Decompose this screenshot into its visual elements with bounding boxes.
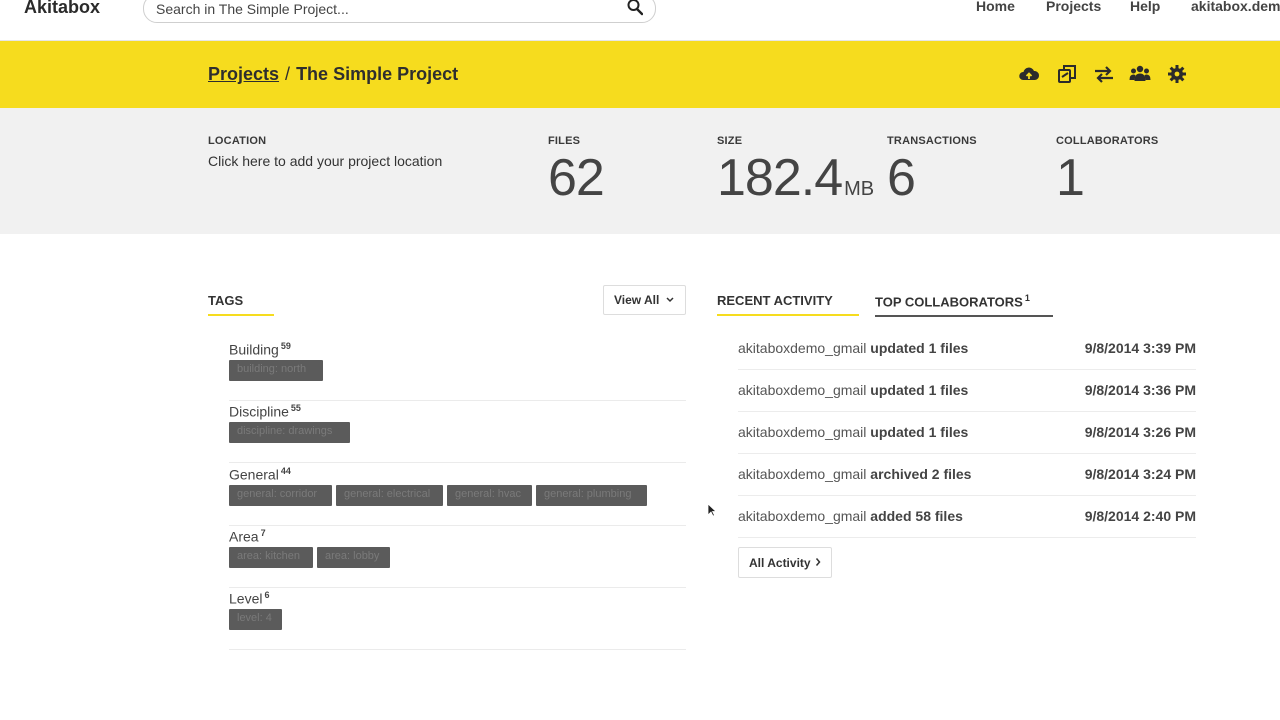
activity-row[interactable]: akitaboxdemo_gmail updated 1 files 9/8/2… bbox=[738, 412, 1196, 454]
size-value: 182.4 bbox=[717, 149, 843, 207]
breadcrumb: Projects / The Simple Project bbox=[208, 64, 458, 85]
activity-action: added 58 files bbox=[870, 508, 963, 524]
collaborators-label: COLLABORATORS bbox=[1056, 135, 1159, 147]
view-all-label: View All bbox=[614, 293, 660, 307]
breadcrumb-separator: / bbox=[285, 64, 291, 84]
nav-help[interactable]: Help bbox=[1130, 0, 1160, 14]
tag-group-area: Area 7 area: kitchen area: lobby bbox=[229, 526, 686, 588]
cloud-upload-icon[interactable] bbox=[1018, 63, 1040, 85]
breadcrumb-projects-link[interactable]: Projects bbox=[208, 64, 279, 84]
tag-chip[interactable]: level: 4 bbox=[229, 609, 282, 630]
view-all-dropdown[interactable]: View All bbox=[603, 285, 686, 315]
tag-chips: area: kitchen area: lobby bbox=[229, 547, 391, 568]
chevron-right-icon bbox=[815, 558, 821, 566]
tag-count: 55 bbox=[290, 403, 301, 413]
tag-chip[interactable]: area: lobby bbox=[317, 547, 390, 568]
tag-chip[interactable]: area: kitchen bbox=[229, 547, 313, 568]
nav-home[interactable]: Home bbox=[976, 0, 1015, 14]
activity-user: akitaboxdemo_gmail bbox=[738, 508, 867, 524]
brand-logo[interactable]: Akitabox bbox=[24, 0, 100, 18]
files-label: FILES bbox=[548, 135, 581, 147]
project-stats-panel: LOCATION Click here to add your project … bbox=[0, 108, 1280, 234]
transactions-count: 6 bbox=[887, 149, 916, 207]
tab-recent-activity[interactable]: RECENT ACTIVITY bbox=[717, 293, 859, 316]
activity-user: akitaboxdemo_gmail bbox=[738, 424, 867, 440]
tag-chip[interactable]: general: electrical bbox=[336, 485, 443, 506]
activity-row[interactable]: akitaboxdemo_gmail updated 1 files 9/8/2… bbox=[738, 370, 1196, 412]
transactions-label: TRANSACTIONS bbox=[887, 135, 977, 147]
tags-title: TAGS bbox=[208, 293, 274, 316]
activity-user: akitaboxdemo_gmail bbox=[738, 340, 867, 356]
activity-time: 9/8/2014 3:39 PM bbox=[1084, 340, 1196, 356]
tag-chips: building: north bbox=[229, 360, 324, 381]
collaborators-tab-count: 1 bbox=[1024, 293, 1030, 303]
tag-chip[interactable]: discipline: drawings bbox=[229, 422, 350, 443]
tag-chips: level: 4 bbox=[229, 609, 283, 630]
tag-chip[interactable]: general: hvac bbox=[447, 485, 532, 506]
activity-time: 9/8/2014 3:24 PM bbox=[1084, 466, 1196, 482]
tag-group-level: Level 6 level: 4 bbox=[229, 588, 686, 650]
top-navbar: Akitabox Home Projects Help akitabox.dem… bbox=[0, 0, 1280, 41]
nav-user-account[interactable]: akitabox.demo bbox=[1191, 0, 1280, 14]
activity-time: 9/8/2014 2:40 PM bbox=[1084, 508, 1196, 524]
tag-group-general: General 44 general: corridor general: elec… bbox=[229, 464, 686, 526]
search-input[interactable] bbox=[156, 0, 606, 19]
size-label: SIZE bbox=[717, 135, 743, 147]
activity-action: updated 1 files bbox=[870, 424, 969, 440]
activity-time: 9/8/2014 3:26 PM bbox=[1084, 424, 1196, 440]
activity-time: 9/8/2014 3:36 PM bbox=[1084, 382, 1196, 398]
tag-count: 44 bbox=[280, 466, 291, 476]
location-link[interactable]: Click here to add your project location bbox=[208, 153, 442, 169]
location-label: LOCATION bbox=[208, 135, 267, 147]
tag-chip[interactable]: building: north bbox=[229, 360, 323, 381]
transfer-icon[interactable] bbox=[1093, 63, 1115, 85]
tag-chips: discipline: drawings bbox=[229, 422, 351, 443]
tag-group-discipline: Discipline 55 discipline: drawings bbox=[229, 401, 686, 463]
nav-projects[interactable]: Projects bbox=[1046, 0, 1101, 14]
chevron-down-icon bbox=[666, 297, 674, 303]
tag-group-name[interactable]: Discipline 55 bbox=[229, 403, 301, 420]
tag-group-name[interactable]: Area 7 bbox=[229, 528, 266, 545]
users-icon[interactable] bbox=[1129, 63, 1151, 85]
tag-count: 59 bbox=[280, 341, 291, 351]
files-count: 62 bbox=[548, 149, 605, 207]
tag-group-name[interactable]: Building 59 bbox=[229, 341, 291, 358]
search-icon[interactable] bbox=[627, 0, 643, 16]
activity-user: akitaboxdemo_gmail bbox=[738, 382, 867, 398]
tag-chip[interactable]: general: corridor bbox=[229, 485, 332, 506]
tag-chip[interactable]: general: plumbing bbox=[536, 485, 647, 506]
activity-action: updated 1 files bbox=[870, 340, 969, 356]
activity-row[interactable]: akitaboxdemo_gmail updated 1 files 9/8/2… bbox=[738, 328, 1196, 370]
page-title: The Simple Project bbox=[296, 64, 459, 84]
activity-action: archived 2 files bbox=[870, 466, 972, 482]
tag-group-building: Building 59 building: north bbox=[229, 339, 686, 401]
size-unit: MB bbox=[844, 178, 875, 200]
activity-user: akitaboxdemo_gmail bbox=[738, 466, 867, 482]
tab-top-collaborators[interactable]: TOP COLLABORATORS 1 bbox=[875, 293, 1053, 318]
activity-row[interactable]: akitaboxdemo_gmail added 58 files 9/8/20… bbox=[738, 496, 1196, 538]
activity-row[interactable]: akitaboxdemo_gmail archived 2 files 9/8/… bbox=[738, 454, 1196, 496]
all-activity-label: All Activity bbox=[749, 556, 811, 570]
tag-chips: general: corridor general: electrical gene… bbox=[229, 485, 648, 506]
activity-action: updated 1 files bbox=[870, 382, 969, 398]
tag-count: 6 bbox=[264, 590, 270, 600]
tag-group-name[interactable]: General 44 bbox=[229, 466, 291, 483]
size-value-container: 182.4 MB bbox=[717, 148, 874, 208]
collaborators-count: 1 bbox=[1056, 149, 1085, 207]
tag-group-name[interactable]: Level 6 bbox=[229, 590, 269, 607]
tag-count: 7 bbox=[260, 528, 266, 538]
gear-icon[interactable] bbox=[1166, 63, 1188, 85]
search-box[interactable] bbox=[143, 0, 656, 23]
mouse-cursor-icon bbox=[707, 503, 717, 517]
copy-icon[interactable] bbox=[1056, 63, 1078, 85]
all-activity-button[interactable]: All Activity bbox=[738, 547, 832, 578]
project-header-bar: Projects / The Simple Project bbox=[0, 41, 1280, 108]
